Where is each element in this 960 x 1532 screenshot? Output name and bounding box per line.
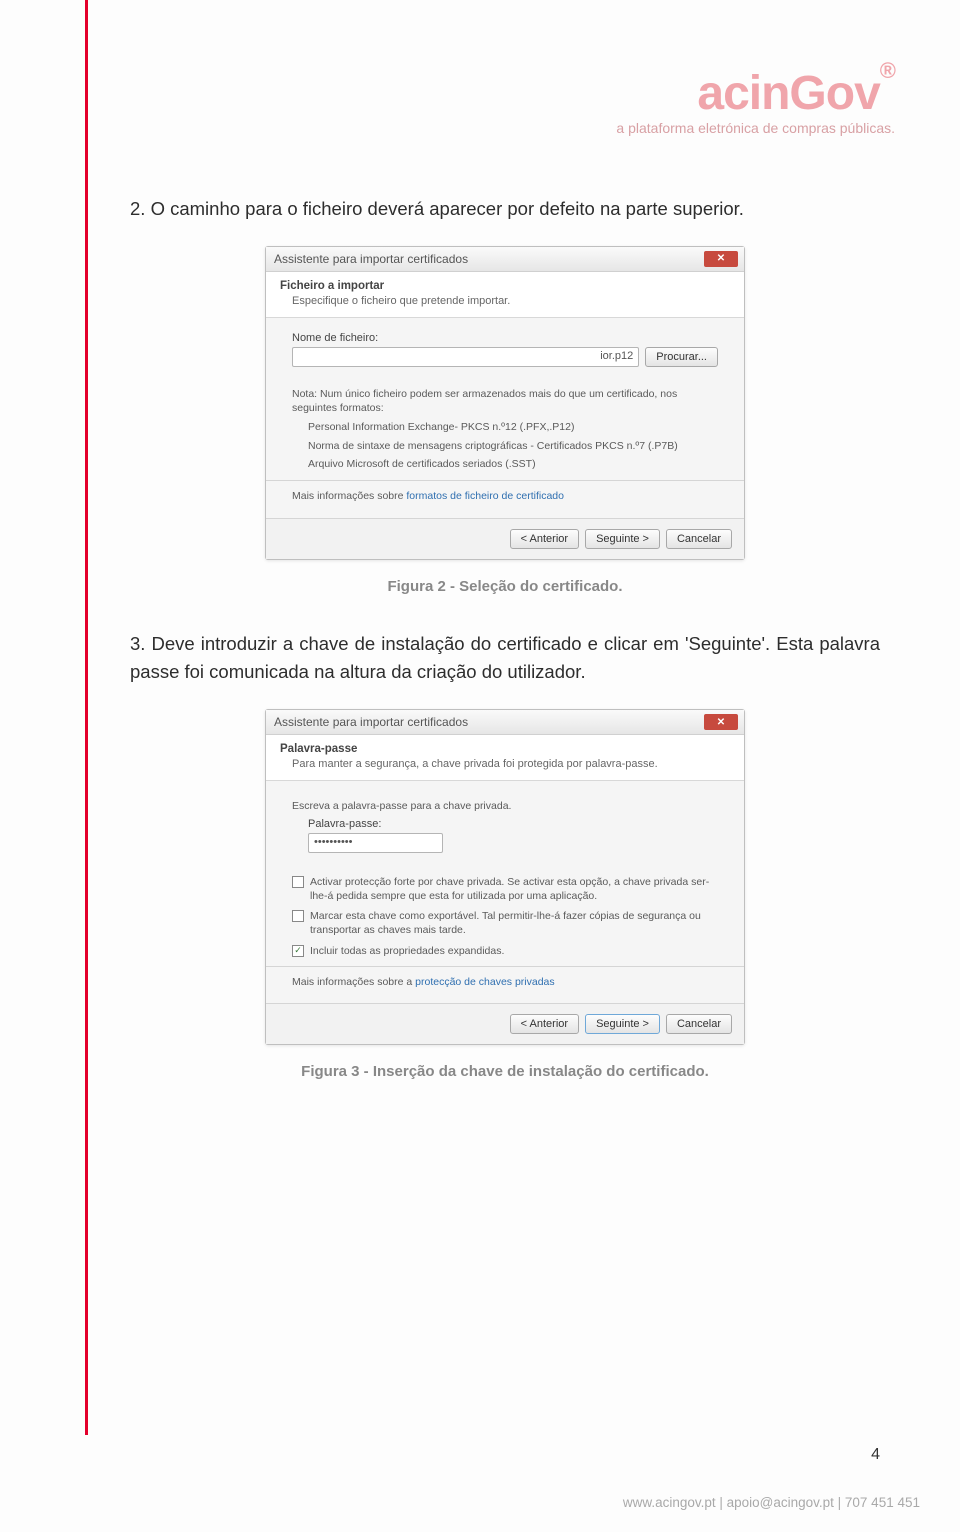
cancel-button[interactable]: Cancelar bbox=[666, 1014, 732, 1034]
password-label: Palavra-passe: bbox=[308, 818, 718, 830]
figure-2-caption: Figura 2 - Seleção do certificado. bbox=[130, 578, 880, 595]
logo-block: acinGov® a plataforma eletrónica de comp… bbox=[616, 70, 895, 136]
more-info-text: Mais informações sobre bbox=[292, 490, 406, 502]
back-button[interactable]: < Anterior bbox=[510, 1014, 579, 1034]
file-input[interactable]: ior.p12 bbox=[292, 347, 639, 367]
dialog2-body: Escreva a palavra-passe para a chave pri… bbox=[266, 781, 744, 1003]
dialog1-note: Nota: Num único ficheiro podem ser armaz… bbox=[292, 387, 718, 416]
dialog2-footer: < Anterior Seguinte > Cancelar bbox=[266, 1003, 744, 1044]
logo-name: acinGov® bbox=[616, 70, 895, 118]
file-label: Nome de ficheiro: bbox=[292, 332, 718, 344]
format-2: Norma de sintaxe de mensagens criptográf… bbox=[308, 439, 718, 454]
dialog-import-file: Assistente para importar certificados ✕ … bbox=[265, 246, 745, 560]
cb3-label: Incluir todas as propriedades expandidas… bbox=[310, 944, 504, 958]
dialog1-header: Ficheiro a importar Especifique o fichei… bbox=[266, 272, 744, 318]
logo-registered: ® bbox=[880, 58, 895, 83]
cb-exportable[interactable]: Marcar esta chave como exportável. Tal p… bbox=[292, 909, 718, 937]
dialog2-titlebar: Assistente para importar certificados ✕ bbox=[266, 710, 744, 735]
dialog2-heading: Palavra-passe bbox=[280, 743, 730, 755]
dialog1-more-info: Mais informações sobre formatos de fiche… bbox=[292, 489, 718, 504]
next-button[interactable]: Seguinte > bbox=[585, 1014, 660, 1034]
dialog1-subheading: Especifique o ficheiro que pretende impo… bbox=[292, 295, 730, 307]
page-number: 4 bbox=[871, 1446, 880, 1464]
dialog1-titlebar: Assistente para importar certificados ✕ bbox=[266, 247, 744, 272]
more-info-text-2: Mais informações sobre a bbox=[292, 976, 415, 988]
format-link[interactable]: formatos de ficheiro de certificado bbox=[406, 490, 564, 502]
dialog2-more-info: Mais informações sobre a protecção de ch… bbox=[292, 975, 718, 990]
figure-3-caption: Figura 3 - Inserção da chave de instalaç… bbox=[130, 1063, 880, 1080]
format-3: Arquivo Microsoft de certificados seriad… bbox=[308, 457, 718, 472]
close-icon[interactable]: ✕ bbox=[704, 251, 738, 267]
dialog1-title: Assistente para importar certificados bbox=[274, 252, 468, 266]
dialog1-heading: Ficheiro a importar bbox=[280, 280, 730, 292]
cb1-label: Activar protecção forte por chave privad… bbox=[310, 875, 718, 903]
checkbox-checked-icon bbox=[292, 945, 304, 957]
dialog2-instruction: Escreva a palavra-passe para a chave pri… bbox=[292, 799, 718, 814]
format-1: Personal Information Exchange- PKCS n.º1… bbox=[308, 420, 718, 435]
dialog1-body: Nome de ficheiro: ior.p12 Procurar... No… bbox=[266, 318, 744, 518]
cb-include-props[interactable]: Incluir todas as propriedades expandidas… bbox=[292, 944, 718, 958]
checkbox-icon bbox=[292, 876, 304, 888]
password-input[interactable]: •••••••••• bbox=[308, 833, 443, 853]
logo-text: acinGov bbox=[697, 67, 879, 120]
cancel-button[interactable]: Cancelar bbox=[666, 529, 732, 549]
cb2-label: Marcar esta chave como exportável. Tal p… bbox=[310, 909, 718, 937]
logo-tagline: a plataforma eletrónica de compras públi… bbox=[616, 120, 895, 136]
password-value: •••••••••• bbox=[314, 836, 353, 848]
paragraph-2: 3. Deve introduzir a chave de instalação… bbox=[130, 630, 880, 687]
protection-link[interactable]: protecção de chaves privadas bbox=[415, 976, 555, 988]
checkbox-icon bbox=[292, 910, 304, 922]
back-button[interactable]: < Anterior bbox=[510, 529, 579, 549]
next-button[interactable]: Seguinte > bbox=[585, 529, 660, 549]
p2-part-a: 3. Deve introduzir a chave de instalação… bbox=[130, 633, 685, 654]
dialog2-subheading: Para manter a segurança, a chave privada… bbox=[292, 758, 730, 770]
paragraph-1: 2. O caminho para o ficheiro deverá apar… bbox=[130, 195, 880, 224]
close-icon[interactable]: ✕ bbox=[704, 714, 738, 730]
page-content: 2. O caminho para o ficheiro deverá apar… bbox=[130, 195, 880, 1115]
dialog2-header: Palavra-passe Para manter a segurança, a… bbox=[266, 735, 744, 781]
dialog-password: Assistente para importar certificados ✕ … bbox=[265, 709, 745, 1045]
browse-button[interactable]: Procurar... bbox=[645, 347, 718, 367]
left-red-bar bbox=[85, 0, 88, 1435]
page-footer: www.acingov.pt | apoio@acingov.pt | 707 … bbox=[623, 1495, 920, 1510]
file-value: ior.p12 bbox=[600, 350, 633, 362]
dialog2-title: Assistente para importar certificados bbox=[274, 715, 468, 729]
cb-strong-protection[interactable]: Activar protecção forte por chave privad… bbox=[292, 875, 718, 903]
dialog1-footer: < Anterior Seguinte > Cancelar bbox=[266, 518, 744, 559]
